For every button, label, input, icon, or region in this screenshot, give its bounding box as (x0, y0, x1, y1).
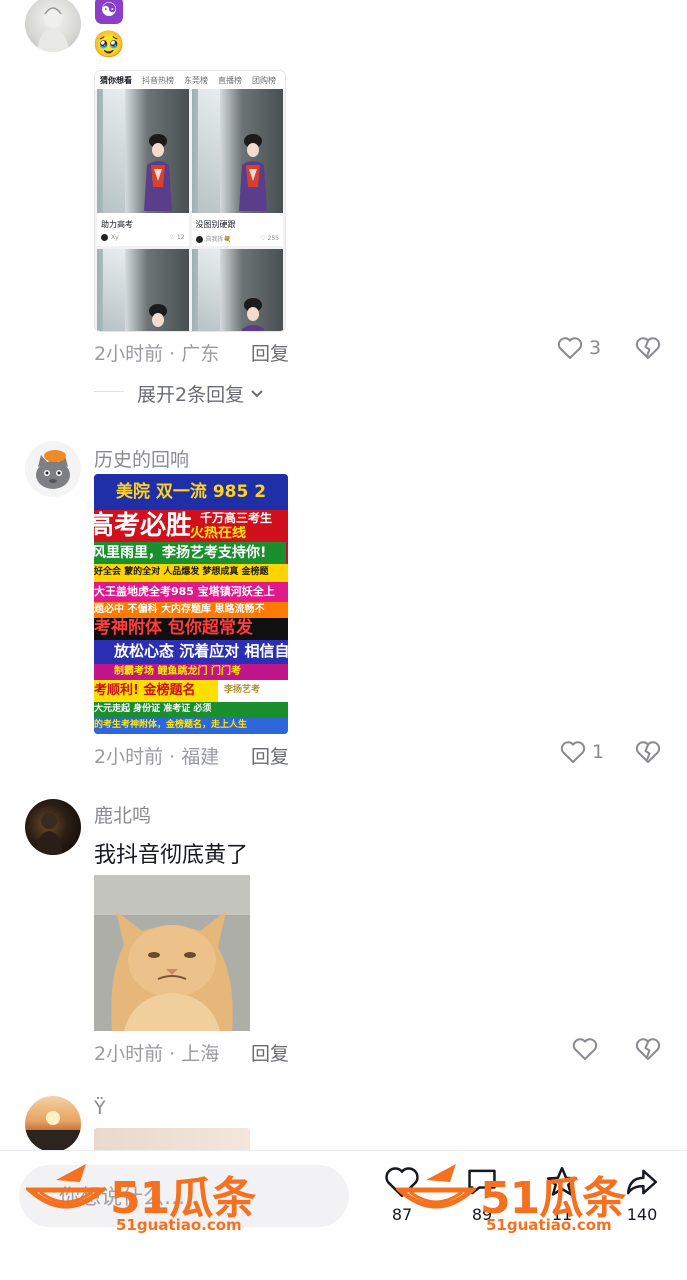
poster-line: 大元走起 身份证 准考证 必须 (94, 702, 288, 718)
expand-replies-button[interactable]: 展开2条回复 (137, 380, 264, 407)
like-button[interactable]: 3 (557, 336, 601, 360)
poster-line: 好全会 蒙的全对 人品爆发 梦想成真 金榜题 (94, 564, 288, 582)
waterfall-photo (191, 89, 283, 213)
dislike-button[interactable] (635, 740, 661, 768)
cartoon-cat-avatar-icon (36, 450, 70, 489)
screenshot-card-likes: 12 (176, 234, 185, 241)
poster-line: 风里雨里，李扬艺考支持你! (94, 542, 286, 564)
expand-replies-label: 展开2条回复 (137, 384, 245, 406)
avatar[interactable] (25, 1096, 81, 1152)
broken-heart-icon (635, 337, 661, 359)
expand-divider (94, 391, 124, 392)
heart-icon (560, 741, 586, 763)
comment-time-location: 2小时前 · 上海 (94, 1043, 220, 1065)
screenshot-card-author: Xy (111, 234, 119, 241)
heart-icon (557, 337, 583, 359)
like-count: 1 (592, 741, 605, 763)
poster-line: 考神附体 包你超常发 (94, 618, 288, 640)
broken-heart-icon (635, 1038, 661, 1060)
poster-line: 放松心态 沉着应对 相信自 (94, 640, 288, 664)
cat-photo-illustration (94, 875, 250, 1031)
pleading-face-emoji: 🥹 (92, 30, 126, 60)
reply-button[interactable]: 回复 (251, 742, 289, 769)
heart-icon (572, 1038, 598, 1060)
screenshot-card: 没图别硬跟 自我拆💐 ♡ 255 (191, 89, 283, 246)
like-action[interactable]: 87 (378, 1165, 426, 1224)
poster-line: 题必中 不偏科 大内存题库 思路流畅不 (94, 602, 288, 618)
poster-line: 考顺利! 金榜题名 (94, 680, 218, 702)
share-arrow-icon (626, 1169, 658, 1195)
screenshot-tab: 团购榜 (252, 76, 276, 85)
comment-image-partial[interactable] (94, 1128, 250, 1150)
broken-heart-icon (635, 741, 661, 763)
screenshot-tabs: 猜你想看 抖音热榜 东莞榜 直播榜 团购榜 (95, 71, 285, 90)
heart-icon (385, 1167, 419, 1198)
screenshot-card-footer: 自我拆💐 ♡ 255 (195, 234, 279, 243)
chevron-down-icon (251, 389, 263, 397)
comment-username[interactable]: 鹿北鸣 (94, 801, 151, 828)
comment-time-location: 2小时前 · 福建 (94, 746, 220, 768)
dislike-button[interactable] (635, 1037, 661, 1065)
sunset-avatar-icon (25, 1111, 81, 1152)
like-button[interactable] (572, 1037, 604, 1061)
screenshot-card (191, 249, 283, 331)
favorite-action[interactable]: 11 (538, 1165, 586, 1224)
waterfall-photo (97, 249, 189, 331)
comment-input-bar: 你想说什么… 87 89 11 140 (0, 1150, 687, 1280)
yin-yang-emoji: ☯ (95, 0, 123, 24)
comment-1: ☯ 🥹 猜你想看 抖音热榜 东莞榜 直播榜 团购榜 助力高考 Xy ♡ 12 没… (0, 0, 687, 420)
screenshot-card: 助力高考 Xy ♡ 12 (97, 89, 189, 246)
poster-line: 制霸考场 鲤鱼跳龙门 门门考 (94, 664, 288, 680)
share-action-count: 140 (626, 1205, 658, 1224)
avatar[interactable] (25, 799, 81, 855)
comment-input[interactable]: 你想说什么… (19, 1165, 349, 1227)
screenshot-tab: 猜你想看 (100, 76, 132, 85)
poster-line: 李扬艺考 (218, 680, 288, 702)
favorite-action-count: 11 (551, 1205, 573, 1224)
screenshot-card-title: 没图别硬跟 (195, 220, 236, 229)
comment-username[interactable]: 历史的回响 (94, 445, 189, 472)
comment-action[interactable]: 89 (458, 1165, 506, 1224)
comment-time-location: 2小时前 · 广东 (94, 343, 220, 365)
comment-action-count: 89 (471, 1205, 493, 1224)
comment-input-placeholder: 你想说什么… (59, 1185, 185, 1209)
screenshot-card-likes: 255 (267, 235, 279, 242)
screenshot-card-title: 助力高考 (101, 220, 133, 229)
screenshot-card (97, 249, 189, 331)
poster-line: 大王盖地虎全考985 宝塔镇河妖全上 (94, 582, 288, 602)
waterfall-photo (97, 89, 189, 213)
screenshot-card-author: 自我拆💐 (205, 236, 231, 243)
share-action[interactable]: 140 (618, 1165, 666, 1224)
avatar[interactable] (25, 441, 81, 497)
person-silhouette-avatar-icon (35, 813, 63, 855)
like-action-count: 87 (391, 1205, 413, 1224)
waterfall-photo (191, 249, 283, 331)
screenshot-tab: 直播榜 (218, 76, 242, 85)
screenshot-tab: 抖音热榜 (142, 76, 174, 85)
poster-line: 的考生考神附体，金榜题名，走上人生 (94, 718, 288, 734)
avatar-figure-icon (37, 7, 69, 52)
comment-text: 我抖音彻底黄了 (94, 843, 249, 868)
comment-image-cat-photo[interactable] (94, 875, 250, 1031)
reply-button[interactable]: 回复 (251, 1039, 289, 1066)
poster-line: 火热在线 (190, 526, 288, 540)
comment-bubble-icon (468, 1169, 496, 1195)
reply-button[interactable]: 回复 (251, 339, 289, 366)
poster-line: 千万高三考生 (200, 512, 288, 524)
poster-line: 美院 双一流 985 2 (94, 474, 288, 510)
comment-image-screenshot[interactable]: 猜你想看 抖音热榜 东莞榜 直播榜 团购榜 助力高考 Xy ♡ 12 没图别硬跟… (94, 70, 286, 332)
like-count: 3 (589, 337, 602, 359)
like-button[interactable]: 1 (560, 740, 604, 764)
dislike-button[interactable] (635, 336, 661, 364)
star-icon (546, 1166, 578, 1196)
screenshot-tab: 东莞榜 (184, 76, 208, 85)
avatar[interactable] (25, 0, 81, 52)
screenshot-card-footer: Xy ♡ 12 (101, 234, 185, 241)
comment-username[interactable]: Ÿ (94, 1097, 106, 1119)
comment-image-poster[interactable]: 美院 双一流 985 2 高考必胜 千万高三考生 火热在线 风里雨里，李扬艺考支… (94, 474, 288, 734)
